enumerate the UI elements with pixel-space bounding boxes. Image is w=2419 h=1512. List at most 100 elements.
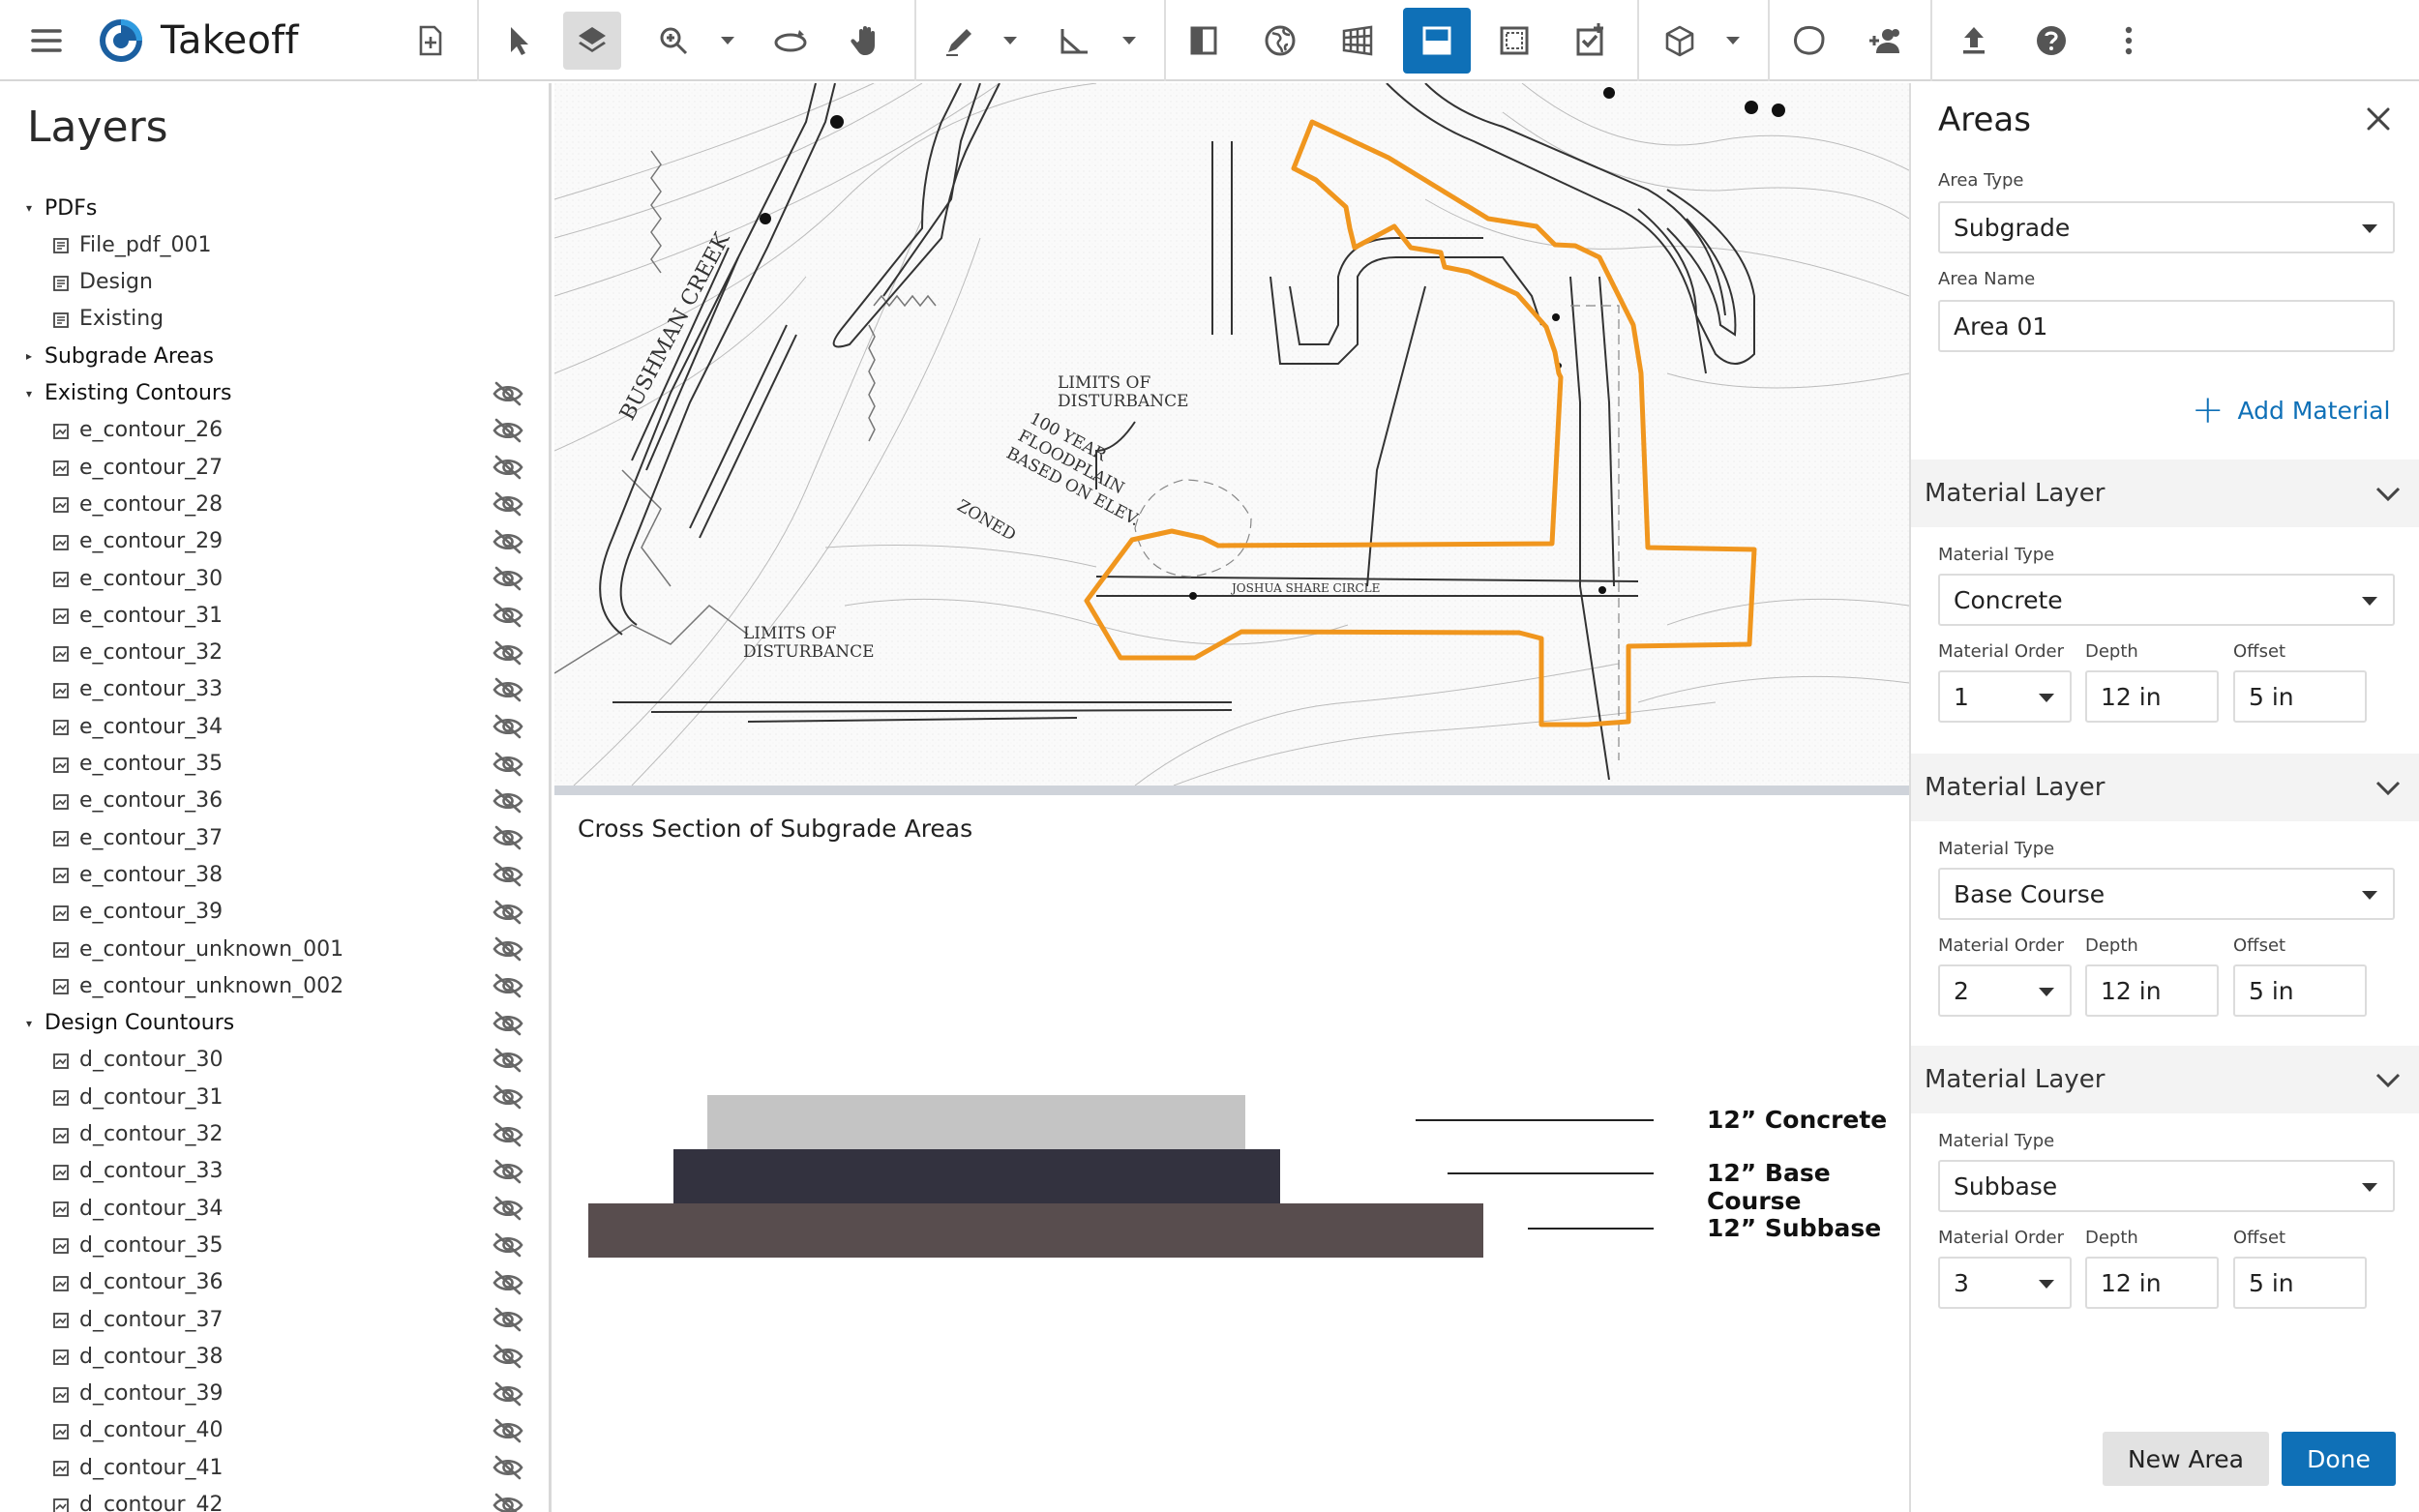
split-view-icon[interactable] (1175, 12, 1233, 70)
layer-item[interactable]: e_contour_28 (52, 486, 223, 522)
pan-hand-icon[interactable] (838, 12, 896, 70)
layer-item[interactable]: d_contour_33 (52, 1153, 224, 1190)
layer-item[interactable]: e_contour_26 (52, 412, 223, 449)
eye-off-icon[interactable] (492, 1158, 524, 1185)
layer-item[interactable]: e_contour_39 (52, 894, 223, 931)
material-order-select[interactable]: 1 (1938, 670, 2072, 723)
layer-item[interactable]: d_contour_41 (52, 1449, 224, 1486)
offset-field[interactable]: 5 in (2233, 964, 2367, 1017)
eye-off-icon[interactable] (492, 935, 524, 963)
eye-off-icon[interactable] (492, 490, 524, 518)
layer-item[interactable]: d_contour_30 (52, 1042, 224, 1079)
draw-pen-icon[interactable] (931, 12, 989, 70)
eye-off-icon[interactable] (492, 528, 524, 555)
menu-icon[interactable] (17, 12, 75, 70)
layer-item[interactable]: e_contour_35 (52, 746, 223, 783)
layer-item[interactable]: d_contour_31 (52, 1079, 224, 1115)
add-people-icon[interactable] (1856, 12, 1914, 70)
bottom-panel-icon[interactable] (1403, 8, 1471, 74)
material-type-select[interactable]: Concrete (1938, 574, 2395, 626)
eye-off-icon[interactable] (492, 899, 524, 926)
eye-off-icon[interactable] (492, 1343, 524, 1370)
panel-divider[interactable] (554, 786, 1909, 795)
layer-item[interactable]: d_contour_35 (52, 1227, 224, 1263)
layer-group[interactable]: ▾ Design Countours (21, 1005, 234, 1042)
eye-off-icon[interactable] (492, 1492, 524, 1512)
chevron-down-icon[interactable] (2374, 1069, 2402, 1090)
material-type-select[interactable]: Subbase (1938, 1160, 2395, 1212)
eye-off-icon[interactable] (492, 1195, 524, 1222)
eye-off-icon[interactable] (492, 1231, 524, 1259)
material-layer-header[interactable]: Material Layer (1911, 1046, 2419, 1113)
grid-3d-icon[interactable] (1329, 12, 1387, 70)
eye-off-icon[interactable] (492, 417, 524, 444)
layer-group[interactable]: ▾ PDFs (21, 190, 97, 226)
material-layer-header[interactable]: Material Layer (1911, 754, 2419, 821)
cube-dropdown-caret-icon[interactable] (1721, 29, 1745, 52)
layer-group[interactable]: ▾ Existing Contours (21, 375, 231, 412)
area-select-icon[interactable] (1485, 12, 1543, 70)
eye-off-icon[interactable] (492, 713, 524, 740)
depth-field[interactable]: 12 in (2085, 964, 2219, 1017)
layers-icon[interactable] (563, 12, 621, 70)
material-order-select[interactable]: 3 (1938, 1257, 2072, 1309)
measure-angle-icon[interactable] (1045, 12, 1103, 70)
chevron-down-icon[interactable] (2374, 483, 2402, 504)
area-type-select[interactable]: Subgrade (1938, 201, 2395, 253)
layer-item[interactable]: e_contour_29 (52, 523, 223, 560)
eye-off-icon[interactable] (492, 1417, 524, 1444)
eye-off-icon[interactable] (492, 1083, 524, 1111)
eye-off-icon[interactable] (492, 1010, 524, 1037)
eye-off-icon[interactable] (492, 454, 524, 481)
globe-icon[interactable] (1251, 12, 1309, 70)
layer-item[interactable]: Design (52, 264, 153, 301)
eye-off-icon[interactable] (492, 972, 524, 999)
eye-off-icon[interactable] (492, 676, 524, 703)
eye-off-icon[interactable] (492, 1047, 524, 1074)
depth-field[interactable]: 12 in (2085, 670, 2219, 723)
zoom-dropdown-caret-icon[interactable] (716, 29, 739, 52)
layer-item[interactable]: e_contour_32 (52, 635, 223, 671)
layer-item[interactable]: d_contour_40 (52, 1412, 224, 1449)
layer-item[interactable]: e_contour_38 (52, 856, 223, 893)
layer-item[interactable]: e_contour_31 (52, 597, 223, 634)
caret-down-icon[interactable]: ▾ (21, 201, 37, 215)
depth-field[interactable]: 12 in (2085, 1257, 2219, 1309)
draw-dropdown-caret-icon[interactable] (999, 29, 1022, 52)
new-area-button[interactable]: New Area (2103, 1432, 2269, 1486)
eye-off-icon[interactable] (492, 824, 524, 851)
eye-off-icon[interactable] (492, 1306, 524, 1333)
pointer-icon[interactable] (489, 12, 547, 70)
eye-off-icon[interactable] (492, 1380, 524, 1408)
more-vert-icon[interactable] (2100, 12, 2158, 70)
layer-item[interactable]: e_contour_unknown_001 (52, 931, 343, 967)
layer-group[interactable]: ▸ Subgrade Areas (21, 338, 214, 374)
layer-item[interactable]: e_contour_33 (52, 671, 223, 708)
help-icon[interactable] (2022, 12, 2080, 70)
chevron-down-icon[interactable] (2374, 777, 2402, 798)
blob-shape-icon[interactable] (1780, 12, 1838, 70)
measure-dropdown-caret-icon[interactable] (1118, 29, 1141, 52)
close-icon[interactable] (2362, 103, 2395, 135)
eye-off-icon[interactable] (492, 1454, 524, 1481)
layer-item[interactable]: e_contour_37 (52, 819, 223, 856)
layer-item[interactable]: e_contour_36 (52, 783, 223, 819)
material-order-select[interactable]: 2 (1938, 964, 2072, 1017)
layer-item[interactable]: e_contour_unknown_002 (52, 967, 343, 1004)
material-type-select[interactable]: Base Course (1938, 868, 2395, 920)
eye-off-icon[interactable] (492, 751, 524, 778)
layer-item[interactable]: d_contour_39 (52, 1376, 224, 1412)
site-plan-map[interactable]: LIMITS OF DISTURBANCE 100 YEAR FLOODPLAI… (554, 83, 1909, 786)
layer-item[interactable]: d_contour_36 (52, 1264, 224, 1301)
eye-off-icon[interactable] (492, 861, 524, 888)
area-name-field[interactable]: Area 01 (1938, 300, 2395, 352)
layer-item[interactable]: d_contour_38 (52, 1338, 224, 1375)
caret-down-icon[interactable]: ▾ (21, 1017, 37, 1030)
layer-item[interactable]: d_contour_32 (52, 1116, 224, 1153)
layer-item[interactable]: e_contour_34 (52, 708, 223, 745)
layer-item[interactable]: e_contour_27 (52, 449, 223, 486)
done-button[interactable]: Done (2282, 1432, 2396, 1486)
rotate-icon[interactable] (762, 12, 820, 70)
add-page-icon[interactable] (402, 12, 460, 70)
eye-off-icon[interactable] (492, 1269, 524, 1296)
